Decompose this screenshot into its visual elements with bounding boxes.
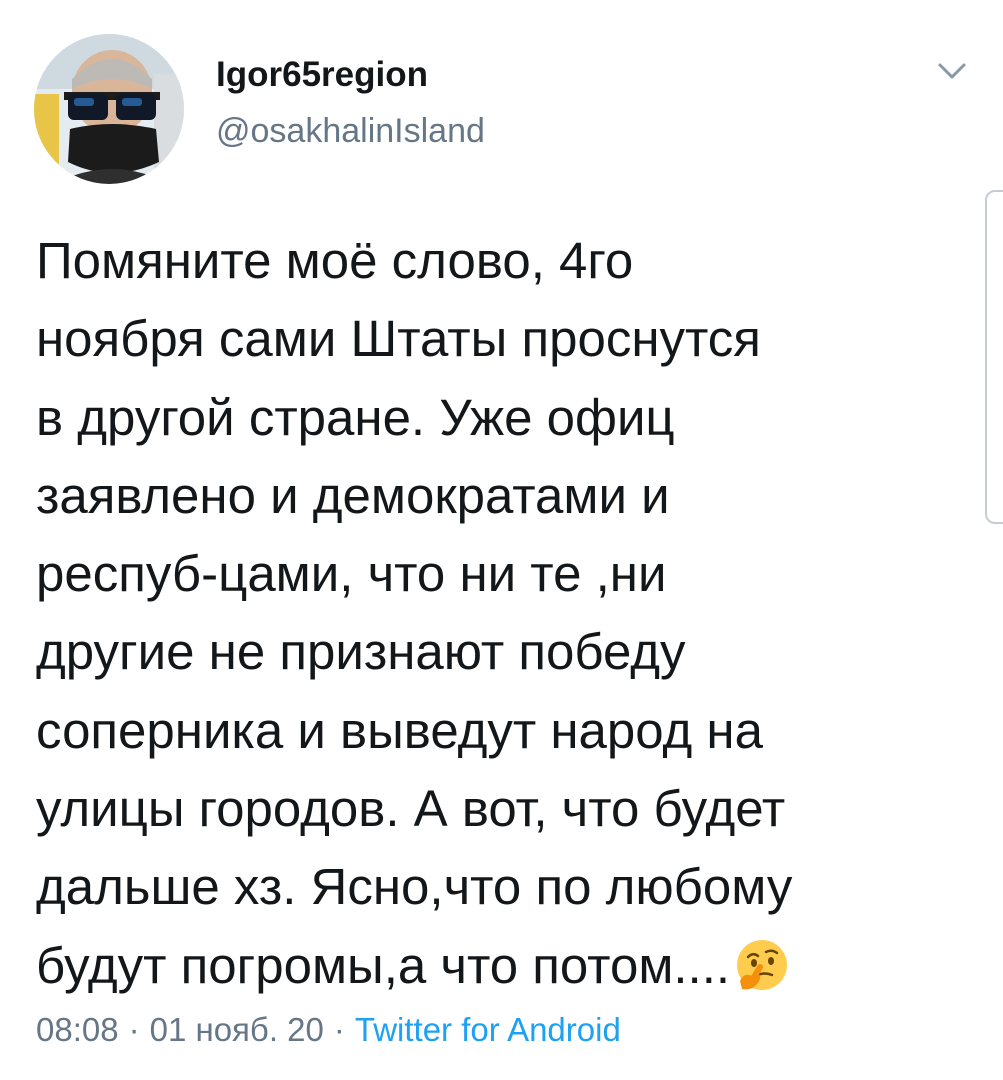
avatar[interactable] [34,34,184,184]
tweet-text-last-line: будут погромы,а что потом.... [36,927,966,1005]
tweet-text-line: Помяните моё слово, 4го [36,232,634,289]
tweet-date[interactable]: 01 нояб. 20 [150,1011,324,1048]
tweet-text-line: в другой стране. Уже офиц [36,388,675,446]
scrollbar[interactable] [985,190,1003,524]
author-display-name[interactable]: Igor65region [216,52,485,98]
meta-separator: · [333,1011,345,1048]
tweet-meta: 08:08 · 01 нояб. 20 · Twitter for Android [36,1008,621,1052]
tweet-text-line: улицы городов. А вот, что будет [36,780,786,838]
tweet-text: Помяните моё слово, 4го ноября сами Штат… [36,222,966,1005]
chevron-down-icon[interactable] [932,56,972,86]
tweet-text-line: респуб-цами, что ни те ,ни [36,545,667,603]
tweet-time[interactable]: 08:08 [36,1011,119,1048]
avatar-image [34,34,184,184]
author-block: Igor65region @osakhalinIsland [216,52,485,152]
tweet-source-link[interactable]: Twitter for Android [355,1011,621,1048]
thinking-face-icon [734,937,790,993]
tweet-text-line: дальше хз. Ясно,что по любому [36,858,793,916]
tweet-card: Igor65region @osakhalinIsland Помяните м… [0,0,1003,1080]
meta-separator: · [128,1011,140,1048]
tweet-text-line: будут погромы,а что потом.... [36,936,731,994]
tweet-text-line: соперника и выведут народ на [36,701,763,759]
tweet-text-line: ноября сами Штаты проснутся [36,310,761,368]
tweet-text-line: другие не признают победу [36,623,686,681]
author-handle[interactable]: @osakhalinIsland [216,110,485,152]
tweet-text-line: заявлено и демократами и [36,466,670,524]
